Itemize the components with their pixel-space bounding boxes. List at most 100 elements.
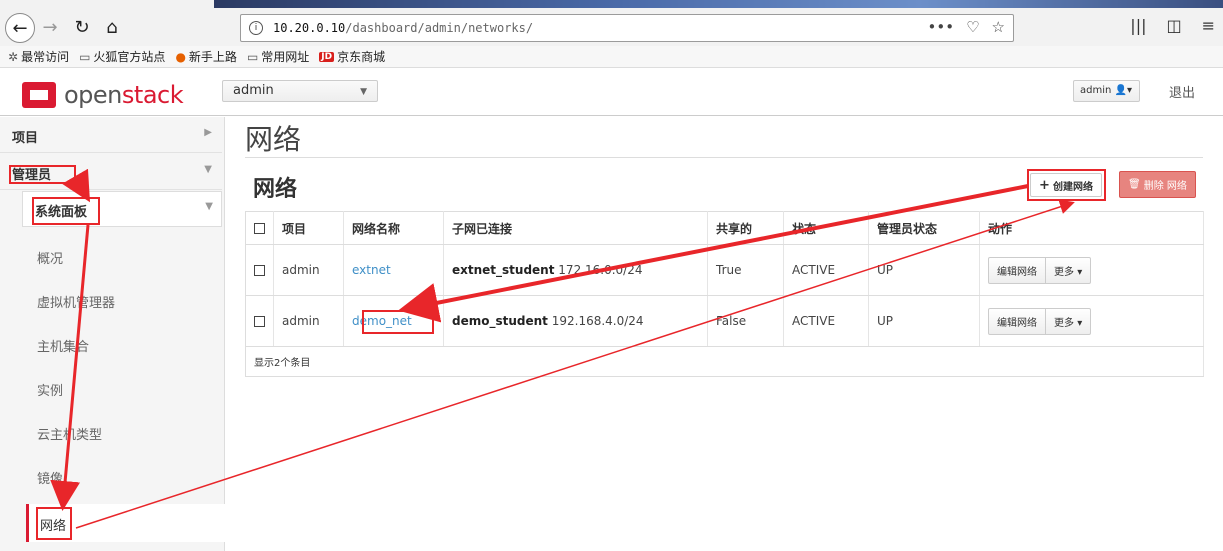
pocket-icon[interactable]: ♡: [966, 18, 979, 36]
cell-status: ACTIVE: [783, 244, 869, 296]
table-row: admin demo_net demo_student 192.168.4.0/…: [245, 295, 1204, 347]
sidebar-icon[interactable]: ◫: [1166, 16, 1181, 35]
edit-network-button[interactable]: 编辑网络: [989, 308, 1046, 334]
sidebar-category-admin[interactable]: 管理员 ▼: [0, 154, 222, 190]
library-icon[interactable]: |||: [1130, 16, 1146, 35]
sidebar-item-hypervisors[interactable]: 虚拟机管理器: [37, 292, 115, 311]
row-actions: 编辑网络 更多 ▾: [988, 256, 1092, 284]
table-footer-row: 显示2个条目: [245, 346, 1204, 377]
table-row: admin extnet extnet_student 172.16.0.0/2…: [245, 244, 1204, 296]
column-header-subnets[interactable]: 子网已连接: [443, 211, 708, 245]
column-header-admin-state[interactable]: 管理员状态: [868, 211, 980, 245]
cell-subnets: extnet_student 172.16.0.0/24: [443, 244, 708, 296]
column-header-actions: 动作: [979, 211, 1204, 245]
bookmark-getting-started[interactable]: ● 新手上路: [175, 48, 237, 65]
row-select-cell: [245, 244, 274, 296]
sidebar-item-overview[interactable]: 概况: [37, 248, 63, 267]
gear-icon: ✲: [8, 49, 19, 64]
sidebar: 项目 ▶ 管理员 ▼ 系统面板 ▼ 概况 虚拟机管理器 主机集合 实例 云主机类…: [0, 117, 226, 551]
row-checkbox[interactable]: [254, 265, 265, 276]
caret-down-icon: ▾: [1077, 266, 1083, 278]
more-actions-button[interactable]: 更多 ▾: [1046, 258, 1090, 283]
column-header-shared[interactable]: 共享的: [707, 211, 784, 245]
section-title: 网络: [253, 177, 298, 202]
info-icon[interactable]: i: [249, 21, 263, 35]
network-link-extnet[interactable]: extnet: [352, 263, 391, 277]
trash-icon: 🗑: [1128, 179, 1141, 190]
bookmark-most-visited[interactable]: ✲ 最常访问: [8, 48, 69, 65]
home-button[interactable]: ⌂: [100, 15, 124, 39]
network-link-demo-net[interactable]: demo_net: [352, 314, 412, 328]
chevron-right-icon: ▶: [204, 127, 212, 138]
cell-actions: 编辑网络 更多 ▾: [979, 295, 1204, 347]
bookmark-firefox-site[interactable]: ▭ 火狐官方站点: [79, 48, 165, 65]
table-count: 显示2个条目: [245, 346, 1204, 377]
logo-text: openstack: [64, 81, 184, 109]
arrow-right-icon: →: [42, 16, 58, 38]
reload-icon: ↻: [74, 16, 90, 38]
cell-actions: 编辑网络 更多 ▾: [979, 244, 1204, 296]
divider: [245, 157, 1203, 158]
row-checkbox[interactable]: [254, 316, 265, 327]
sidebar-group-system-panel[interactable]: 系统面板 ▼: [22, 191, 222, 227]
row-select-cell: [245, 295, 274, 347]
plus-icon: +: [1039, 177, 1050, 193]
folder-icon: ▭: [79, 49, 91, 64]
openstack-logo-icon: [22, 82, 56, 108]
jd-icon: JD: [319, 51, 335, 62]
cell-subnets: demo_student 192.168.4.0/24: [443, 295, 708, 347]
menu-icon[interactable]: ≡: [1202, 16, 1215, 35]
caret-down-icon: ▾: [1077, 317, 1083, 329]
sidebar-item-instances[interactable]: 实例: [37, 380, 63, 399]
networks-table: 项目 网络名称 子网已连接 共享的 状态 管理员状态 动作 admin extn…: [245, 211, 1204, 377]
sidebar-item-images[interactable]: 镜像: [37, 468, 63, 487]
user-icon: 👤▾: [1114, 85, 1133, 96]
caret-down-icon: ▼: [360, 87, 367, 97]
url-text[interactable]: 10.20.0.10/dashboard/admin/networks/: [273, 21, 533, 35]
select-all-cell: [245, 211, 274, 245]
url-bar[interactable]: i 10.20.0.10/dashboard/admin/networks/ •…: [240, 14, 1014, 42]
sidebar-item-flavors[interactable]: 云主机类型: [37, 424, 102, 443]
column-header-project[interactable]: 项目: [273, 211, 344, 245]
cell-status: ACTIVE: [783, 295, 869, 347]
create-network-button[interactable]: + 创建网络: [1030, 173, 1102, 197]
cell-project: admin: [273, 295, 344, 347]
cell-shared: False: [707, 295, 784, 347]
browser-toolbar: ← → ↻ ⌂ i 10.20.0.10/dashboard/admin/net…: [0, 0, 1223, 46]
cell-network-name: demo_net: [343, 295, 444, 347]
back-button[interactable]: ←: [5, 13, 35, 43]
logout-link[interactable]: 退出: [1169, 82, 1195, 101]
bookmark-common-sites[interactable]: ▭ 常用网址: [247, 48, 309, 65]
cell-admin-state: UP: [868, 244, 980, 296]
user-menu[interactable]: admin 👤▾: [1073, 80, 1140, 102]
folder-icon: ▭: [246, 49, 259, 64]
chevron-down-icon: ▼: [205, 201, 213, 212]
column-header-network-name[interactable]: 网络名称: [343, 211, 444, 245]
tab-strip: [214, 0, 1223, 8]
bookmark-star-icon[interactable]: ☆: [992, 18, 1005, 36]
sidebar-item-networks[interactable]: 网络: [26, 504, 226, 542]
row-actions: 编辑网络 更多 ▾: [988, 307, 1092, 335]
edit-network-button[interactable]: 编辑网络: [989, 257, 1046, 283]
bookmarks-bar: ✲ 最常访问 ▭ 火狐官方站点 ● 新手上路 ▭ 常用网址 JD 京东商城: [0, 46, 1223, 68]
delete-networks-button[interactable]: 🗑 删除 网络: [1119, 171, 1196, 198]
cell-admin-state: UP: [868, 295, 980, 347]
more-actions-icon[interactable]: •••: [928, 18, 955, 36]
chevron-down-icon: ▼: [204, 164, 212, 175]
select-all-checkbox[interactable]: [254, 223, 265, 234]
bookmark-jd[interactable]: JD 京东商城: [319, 48, 385, 65]
sidebar-item-host-aggregates[interactable]: 主机集合: [37, 336, 89, 355]
forward-button[interactable]: →: [38, 15, 62, 39]
reload-button[interactable]: ↻: [70, 15, 94, 39]
sidebar-category-project[interactable]: 项目 ▶: [0, 117, 222, 153]
cell-shared: True: [707, 244, 784, 296]
project-selector[interactable]: admin ▼: [222, 80, 378, 102]
more-actions-button[interactable]: 更多 ▾: [1046, 309, 1090, 334]
openstack-header: openstack admin ▼ admin 👤▾ 退出: [0, 68, 1223, 116]
toolbar-right: ||| ◫ ≡: [1130, 16, 1215, 35]
table-header-row: 项目 网络名称 子网已连接 共享的 状态 管理员状态 动作: [245, 211, 1204, 245]
openstack-logo[interactable]: openstack: [22, 81, 184, 109]
arrow-left-icon: ←: [12, 17, 28, 39]
home-icon: ⌂: [106, 16, 118, 38]
column-header-status[interactable]: 状态: [783, 211, 869, 245]
